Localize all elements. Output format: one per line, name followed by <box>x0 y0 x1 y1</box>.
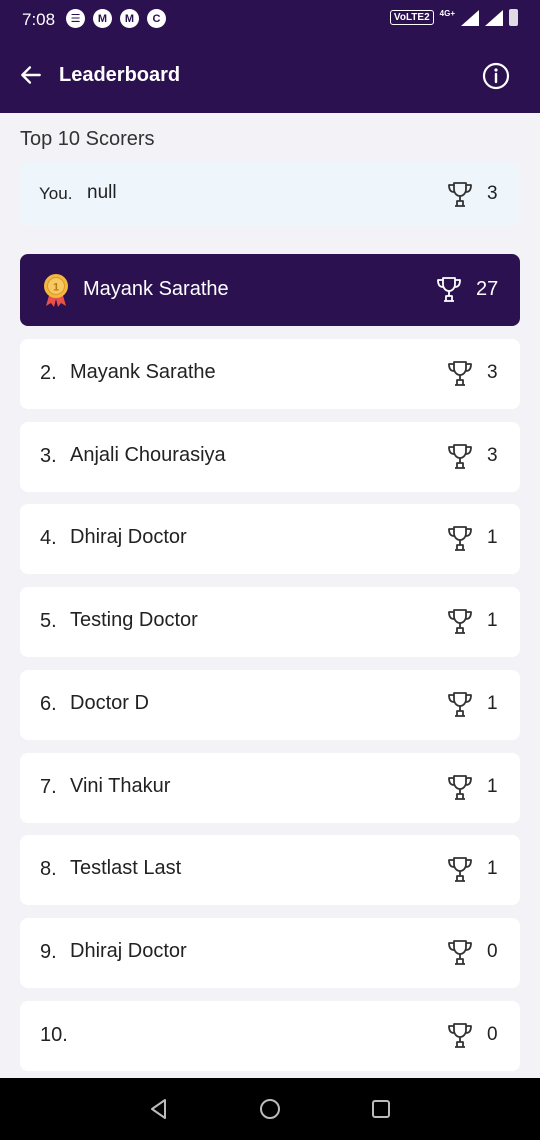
info-icon[interactable] <box>482 62 510 90</box>
trophy-icon <box>448 609 472 634</box>
entry-score: 1 <box>487 858 498 880</box>
entry-rank: 2. <box>40 362 57 384</box>
trophy-icon <box>448 526 472 552</box>
entry-score: 1 <box>487 775 498 797</box>
status-time: 7:08 <box>22 10 56 29</box>
entry-score: 0 <box>487 1023 498 1045</box>
leaderboard-entry[interactable]: 4. Dhiraj Doctor 1 <box>20 504 520 575</box>
entry-rank: 8. <box>40 858 57 881</box>
your-name: null <box>87 182 117 203</box>
entry-rank: 5. <box>40 610 57 633</box>
m-icon: M <box>93 9 112 28</box>
leaderboard-entry[interactable]: 6. Doctor D 1 <box>20 669 520 740</box>
trophy-icon <box>448 361 472 386</box>
section-title: Top 10 Scorers <box>20 128 155 150</box>
trophy-icon <box>448 774 472 800</box>
leaderboard-entry[interactable]: 9. Dhiraj Doctor 0 <box>20 917 520 988</box>
battery-icon <box>509 9 518 26</box>
your-score: 3 <box>487 183 498 204</box>
entry-name: Testlast Last <box>70 857 182 880</box>
home-circle-icon[interactable] <box>259 1098 281 1120</box>
signal-icon <box>461 9 479 26</box>
trophy-icon <box>437 277 461 302</box>
entry-name: Doctor D <box>70 691 149 714</box>
entry-name: Dhiraj Doctor <box>70 526 187 549</box>
leader-name: Mayank Sarathe <box>83 278 229 300</box>
recents-square-icon[interactable] <box>370 1098 392 1120</box>
trophy-icon <box>448 939 472 965</box>
entry-name: Dhiraj Doctor <box>70 939 187 962</box>
trophy-icon <box>448 1022 472 1048</box>
system-nav-bar <box>0 1078 540 1140</box>
your-rank-card: You. null 3 <box>20 162 520 226</box>
trophy-icon <box>448 857 472 883</box>
trophy-icon <box>448 182 472 207</box>
leaderboard-entry[interactable]: 10. 0 <box>20 1000 520 1071</box>
entry-score: 1 <box>487 610 498 632</box>
entry-name: Testing Doctor <box>70 609 198 632</box>
entry-score: 0 <box>487 940 498 962</box>
entry-rank: 9. <box>40 940 57 963</box>
gold-medal-icon: 1 <box>44 274 68 307</box>
status-right: VoLTE2 4G+ <box>389 9 518 26</box>
you-label: You. <box>39 184 73 203</box>
trophy-icon <box>448 443 472 469</box>
entry-rank: 7. <box>40 775 57 798</box>
leader-score: 27 <box>476 278 499 300</box>
entry-name: Mayank Sarathe <box>70 361 216 383</box>
leaderboard-first-place[interactable]: 1 Mayank Sarathe 27 <box>20 254 520 326</box>
leaderboard-entry[interactable]: 5. Testing Doctor 1 <box>20 587 520 658</box>
signal-icon <box>485 9 503 26</box>
entry-score: 3 <box>487 362 498 383</box>
page-title: Leaderboard <box>59 64 181 86</box>
chat-icon: ☰ <box>66 9 85 28</box>
volte-indicator: VoLTE2 <box>389 10 434 25</box>
arrow-left-icon[interactable] <box>18 62 44 88</box>
leaderboard-entry[interactable]: 7. Vini Thakur 1 <box>20 752 520 823</box>
entry-rank: 6. <box>40 692 57 715</box>
app-bar: Leaderboard <box>0 40 540 113</box>
entry-score: 3 <box>487 444 498 466</box>
back-triangle-icon[interactable] <box>148 1098 170 1120</box>
entry-rank: 4. <box>40 527 57 550</box>
leaderboard-entry[interactable]: 2. Mayank Sarathe 3 <box>20 339 520 409</box>
entry-name: Vini Thakur <box>70 774 171 797</box>
leaderboard-entry[interactable]: 3. Anjali Chourasiya 3 <box>20 421 520 492</box>
entry-score: 1 <box>487 527 498 549</box>
notification-icons: ☰ M M C <box>66 9 166 28</box>
status-bar: 7:08 ☰ M M C VoLTE2 4G+ <box>0 0 540 40</box>
entry-score: 1 <box>487 692 498 714</box>
entry-rank: 3. <box>40 444 57 467</box>
entry-name: Anjali Chourasiya <box>70 443 226 466</box>
m-icon: M <box>120 9 139 28</box>
leaderboard-entry[interactable]: 8. Testlast Last 1 <box>20 835 520 906</box>
svg-text:1: 1 <box>53 282 59 294</box>
trophy-icon <box>448 691 472 717</box>
circle-c-icon: C <box>147 9 166 28</box>
entry-rank: 10. <box>40 1023 68 1046</box>
network-type: 4G+ <box>439 9 455 18</box>
